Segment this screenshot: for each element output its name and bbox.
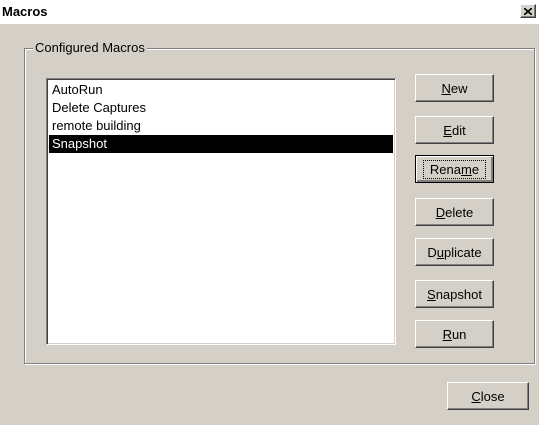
new-button[interactable]: New (415, 74, 494, 102)
duplicate-button[interactable]: Duplicate (415, 238, 494, 266)
button-label: Edit (443, 122, 466, 138)
button-label: Snapshot (427, 286, 482, 302)
snapshot-button[interactable]: Snapshot (415, 280, 494, 308)
button-label: Duplicate (427, 244, 482, 260)
button-label: Run (442, 326, 467, 342)
group-label: Configured Macros (33, 40, 147, 56)
macros-listbox[interactable]: AutoRun Delete Captures remote building … (46, 78, 396, 345)
close-window-button[interactable] (520, 4, 536, 18)
close-button[interactable]: Close (447, 382, 529, 410)
button-label: Close (471, 388, 505, 404)
list-item[interactable]: AutoRun (49, 81, 393, 99)
edit-button[interactable]: Edit (415, 116, 494, 144)
button-label: Rename (422, 159, 487, 179)
window-title: Macros (2, 4, 48, 19)
title-bar: Macros (0, 0, 539, 24)
list-item[interactable]: remote building (49, 117, 393, 135)
list-item[interactable]: Delete Captures (49, 99, 393, 117)
run-button[interactable]: Run (415, 320, 494, 348)
rename-button[interactable]: Rename (415, 155, 494, 183)
close-icon (524, 7, 532, 15)
button-label: New (441, 80, 468, 96)
button-label: Delete (435, 204, 474, 220)
macros-dialog: Macros Configured Macros AutoRun Delete … (0, 0, 539, 425)
delete-button[interactable]: Delete (415, 198, 494, 226)
list-item-selected[interactable]: Snapshot (49, 135, 393, 153)
